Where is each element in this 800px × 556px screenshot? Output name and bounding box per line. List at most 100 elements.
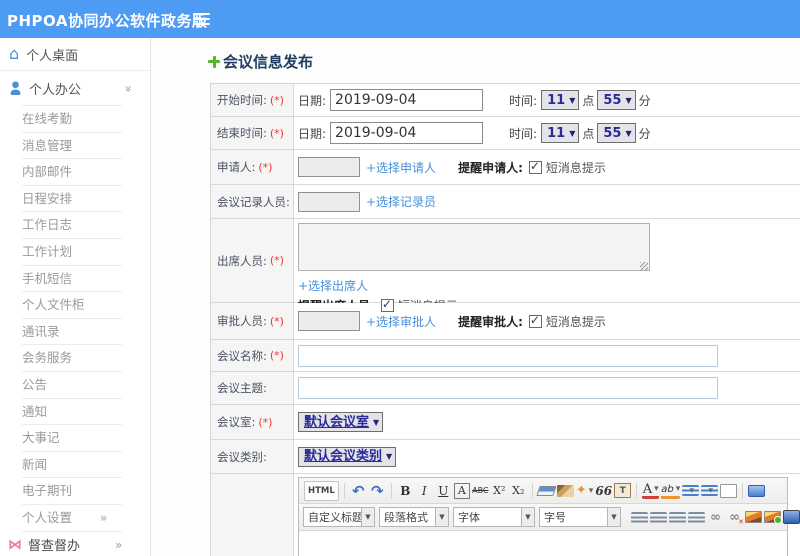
custom-title-select[interactable]: 自定义标题 [303, 507, 375, 527]
undo-icon[interactable]: ↶ [350, 481, 367, 501]
sidebar-subitem[interactable]: 公告 [22, 372, 122, 399]
start-date-input[interactable] [330, 89, 484, 111]
dropdown-caret-icon [569, 129, 575, 138]
font-color-icon[interactable]: A [642, 482, 660, 499]
select-recorder-link[interactable]: +选择记录员 [366, 193, 436, 210]
form-row-meeting-topic: 会议主题: [211, 372, 800, 405]
hour-unit-label: 点 [582, 93, 595, 108]
field-label: 会议记录人员: [217, 194, 290, 209]
meeting-category-select[interactable]: 默认会议类别 [298, 446, 397, 467]
ordered-list-icon[interactable] [682, 485, 700, 496]
field-label: 申请人: [217, 160, 256, 174]
toolbar-separator [636, 482, 638, 499]
sidebar-subitem[interactable]: 电子期刊 [22, 478, 122, 505]
start-minute-select[interactable]: 55 [597, 90, 636, 110]
meeting-room-select[interactable]: 默认会议室 [298, 412, 384, 432]
required-mark: (*) [258, 160, 273, 174]
main-content: 会议信息发布 开始时间:(*) 日期: 时间: 11 点 55 分 [151, 38, 800, 556]
font-style-icon[interactable]: A [453, 482, 470, 499]
recorder-input[interactable] [298, 191, 360, 212]
meeting-name-input[interactable] [298, 344, 718, 367]
net-image-icon[interactable] [764, 511, 782, 524]
sidebar-subitem[interactable]: 工作日志 [22, 212, 122, 239]
blockquote-icon[interactable]: 66 [595, 481, 612, 501]
align-left-icon[interactable] [631, 511, 648, 523]
start-hour-select[interactable]: 11 [541, 90, 580, 110]
end-minute-select[interactable]: 55 [597, 123, 636, 143]
sms-checkbox[interactable] [380, 297, 394, 312]
resize-handle-icon[interactable] [640, 262, 648, 270]
field-label: 会议名称: [217, 348, 267, 363]
redo-icon[interactable]: ↷ [369, 481, 386, 501]
font-size-select[interactable]: 字号 [539, 507, 621, 527]
paste-as-text-icon[interactable]: T [614, 483, 632, 498]
superscript-icon[interactable]: X² [491, 481, 508, 501]
new-page-icon[interactable] [720, 483, 738, 498]
sidebar-subitem[interactable]: 消息管理 [22, 133, 122, 160]
toolbar-separator [531, 482, 533, 499]
sidebar-subitem[interactable]: 手机短信 [22, 266, 122, 293]
highlight-color-icon[interactable]: ab [661, 482, 681, 499]
end-hour-select[interactable]: 11 [541, 123, 580, 143]
media-icon[interactable] [783, 510, 800, 524]
meeting-topic-input[interactable] [298, 377, 718, 399]
rich-text-editor: HTML↶↷BIUAABCX²X₂✦66TAab 自定义标题 段落格式 字体 [298, 477, 800, 556]
align-center-icon[interactable] [650, 511, 667, 523]
strikethrough-icon[interactable]: ABC [472, 481, 489, 501]
unordered-list-icon[interactable] [701, 485, 719, 496]
sidebar-subitem[interactable]: 新闻 [22, 452, 122, 479]
sidebar-subitem-settings[interactable]: 个人设置 » [22, 505, 122, 532]
sidebar-item-personal-office[interactable]: 个人办公 » [0, 71, 150, 105]
sidebar-subitem[interactable]: 内部邮件 [22, 159, 122, 186]
required-mark: (*) [269, 349, 284, 362]
sidebar-subitem[interactable]: 大事记 [22, 425, 122, 452]
select-attendees-link[interactable]: +选择出席人 [298, 277, 368, 294]
sms-checkbox[interactable] [528, 313, 542, 328]
date-label: 日期: [298, 93, 327, 108]
font-family-select[interactable]: 字体 [453, 507, 535, 527]
quick-format-icon[interactable]: ✦ [576, 481, 593, 501]
field-label: 审批人员: [217, 314, 267, 328]
html-source-button[interactable]: HTML [304, 480, 339, 501]
paragraph-format-select[interactable]: 段落格式 [379, 507, 449, 527]
sms-checkbox[interactable] [528, 159, 542, 174]
time-label: 时间: [509, 93, 538, 108]
eraser-icon[interactable] [536, 485, 557, 496]
sidebar-item-supervision[interactable]: ⋈ 督查督办 » [0, 532, 150, 556]
fullscreen-icon[interactable] [748, 484, 766, 497]
attendees-textarea[interactable] [298, 223, 650, 271]
sidebar-subitem[interactable]: 会务服务 [22, 345, 122, 372]
dropdown-caret-icon [625, 129, 631, 138]
align-justify-icon[interactable] [688, 511, 705, 523]
page-title: 会议信息发布 [208, 51, 313, 72]
chevron-right-icon: » [115, 537, 123, 552]
home-icon: ⌂ [9, 44, 20, 63]
select-approver-link[interactable]: +选择审批人 [366, 313, 436, 330]
approver-input[interactable] [298, 311, 360, 331]
sidebar-subitem[interactable]: 日程安排 [22, 186, 122, 213]
select-applicant-link[interactable]: +选择申请人 [366, 159, 436, 176]
underline-icon[interactable]: U [435, 481, 452, 501]
image-icon[interactable] [745, 511, 762, 523]
unlink-icon[interactable]: ∞ [726, 507, 744, 527]
italic-icon[interactable]: I [416, 481, 433, 501]
sidebar-subitem[interactable]: 在线考勤 [22, 106, 122, 133]
sidebar-subitem[interactable]: 工作计划 [22, 239, 122, 266]
subscript-icon[interactable]: X₂ [510, 481, 527, 501]
editor-content[interactable] [299, 531, 787, 556]
required-mark: (*) [258, 415, 273, 429]
time-label: 时间: [509, 126, 538, 141]
format-brush-icon[interactable] [556, 484, 574, 497]
sidebar-subitem[interactable]: 通知 [22, 399, 122, 426]
sidebar-subitem[interactable]: 通讯录 [22, 319, 122, 346]
applicant-input[interactable] [298, 157, 360, 177]
menu-toggle-icon[interactable] [193, 13, 210, 15]
align-right-icon[interactable] [669, 511, 686, 523]
end-date-input[interactable] [330, 122, 484, 144]
sidebar-subitem[interactable]: 个人文件柜 [22, 292, 122, 319]
sidebar-item-personal-desktop[interactable]: ⌂ 个人桌面 [0, 38, 150, 71]
toolbar-separator [742, 482, 744, 499]
form-row-end-time: 结束时间:(*) 日期: 时间: 11 点 55 分 [211, 117, 800, 150]
link-icon[interactable]: ∞ [707, 507, 724, 527]
bold-icon[interactable]: B [397, 481, 414, 501]
